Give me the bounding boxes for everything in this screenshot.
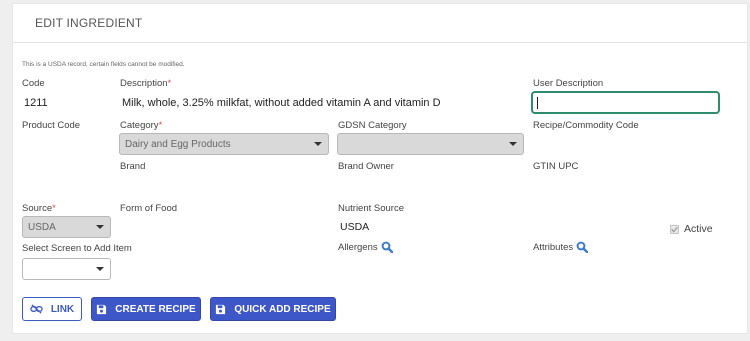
user-description-input[interactable] xyxy=(531,91,720,114)
text-cursor xyxy=(537,97,538,109)
attributes-label: Attributes xyxy=(533,241,574,253)
link-button[interactable]: LINK xyxy=(22,297,82,321)
usda-note: This is a USDA record, certain fields ca… xyxy=(22,61,185,68)
allergens-label: Allergens xyxy=(338,241,378,253)
active-checkbox-group[interactable]: Active xyxy=(670,223,713,235)
link-button-label: LINK xyxy=(50,303,75,315)
recipe-commodity-code-label: Recipe/Commodity Code xyxy=(533,120,639,131)
source-label: Source* xyxy=(22,203,56,214)
panel-title: EDIT INGREDIENT xyxy=(35,16,143,30)
quick-add-recipe-button[interactable]: QUICK ADD RECIPE xyxy=(210,297,336,321)
gtin-upc-label: GTIN UPC xyxy=(533,161,579,172)
gdsn-category-select[interactable] xyxy=(337,133,524,155)
brand-owner-label: Brand Owner xyxy=(338,161,394,172)
check-icon xyxy=(671,226,678,233)
search-icon[interactable] xyxy=(576,241,589,253)
category-label: Category* xyxy=(120,120,163,131)
unlink-icon xyxy=(30,304,43,314)
quick-add-recipe-label: QUICK ADD RECIPE xyxy=(234,303,331,315)
attributes-link[interactable]: Attributes xyxy=(533,241,589,253)
user-description-label: User Description xyxy=(533,78,604,89)
brand-label: Brand xyxy=(120,161,146,172)
create-recipe-label: CREATE RECIPE xyxy=(115,303,196,315)
chevron-down-icon xyxy=(96,225,104,229)
select-screen-label: Select Screen to Add Item xyxy=(22,243,132,254)
nutrient-source-value: USDA xyxy=(340,221,370,233)
form-of-food-label: Form of Food xyxy=(120,203,178,214)
active-label: Active xyxy=(684,223,713,235)
search-icon[interactable] xyxy=(381,241,393,253)
category-select[interactable]: Dairy and Egg Products xyxy=(119,133,329,155)
source-select[interactable]: USDA xyxy=(22,216,111,238)
nutrient-source-label: Nutrient Source xyxy=(338,203,405,214)
description-label: Description* xyxy=(120,78,172,89)
source-select-value: USDA xyxy=(28,221,56,233)
allergens-link[interactable]: Allergens xyxy=(338,241,393,253)
category-select-value: Dairy and Egg Products xyxy=(125,138,231,150)
select-screen-select[interactable] xyxy=(22,258,111,280)
create-recipe-button[interactable]: CREATE RECIPE xyxy=(91,297,201,321)
save-icon xyxy=(216,304,226,314)
product-code-label: Product Code xyxy=(22,120,81,131)
code-value: 1211 xyxy=(24,97,48,109)
chevron-down-icon xyxy=(96,267,104,271)
description-value: Milk, whole, 3.25% milkfat, without adde… xyxy=(122,97,441,109)
panel-header: EDIT INGREDIENT xyxy=(13,4,747,43)
chevron-down-icon xyxy=(509,142,517,146)
gdsn-category-label: GDSN Category xyxy=(338,120,407,131)
code-label: Code xyxy=(22,78,45,89)
save-icon xyxy=(97,304,107,314)
chevron-down-icon xyxy=(314,142,322,146)
active-checkbox[interactable] xyxy=(670,224,679,234)
